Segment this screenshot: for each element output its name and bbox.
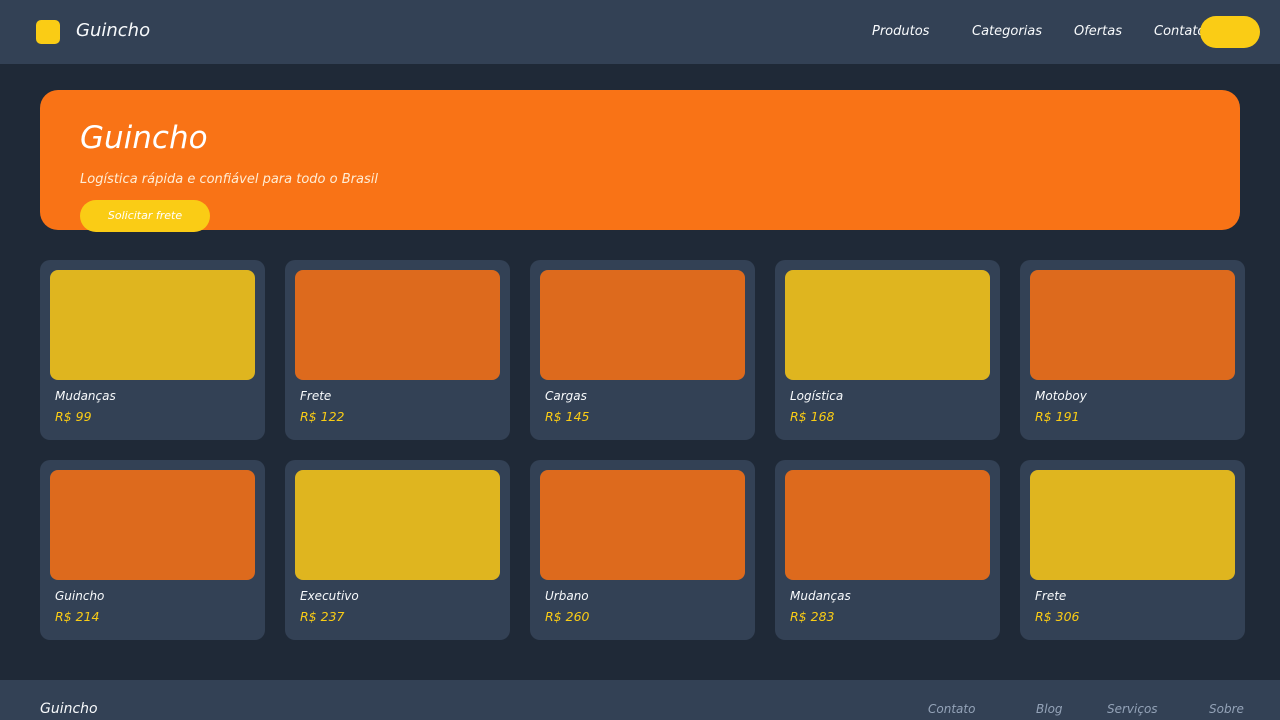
product-card[interactable]: Mudanças R$ 283: [775, 460, 1000, 640]
header-action-button[interactable]: [1200, 16, 1260, 48]
product-price: R$ 122: [300, 409, 345, 424]
footer-link-blog[interactable]: Blog: [1036, 702, 1063, 717]
product-card[interactable]: Motoboy R$ 191: [1020, 260, 1245, 440]
product-card[interactable]: Urbano R$ 260: [530, 460, 755, 640]
product-thumbnail: [1030, 470, 1235, 580]
hero-subtitle: Logística rápida e confiável para todo o…: [80, 172, 378, 187]
product-price: R$ 306: [1035, 609, 1080, 624]
product-name: Guincho: [55, 589, 105, 603]
brand-logo-icon[interactable]: [36, 20, 60, 44]
product-thumbnail: [540, 270, 745, 380]
product-card[interactable]: Cargas R$ 145: [530, 260, 755, 440]
nav-link-produtos[interactable]: Produtos: [872, 24, 929, 40]
product-price: R$ 237: [300, 609, 345, 624]
product-thumbnail: [785, 270, 990, 380]
nav-link-contato[interactable]: Contato: [1154, 24, 1205, 40]
product-thumbnail: [785, 470, 990, 580]
product-thumbnail: [540, 470, 745, 580]
product-card[interactable]: Frete R$ 122: [285, 260, 510, 440]
footer-brand[interactable]: Guincho: [40, 700, 98, 718]
product-price: R$ 260: [545, 609, 590, 624]
product-name: Frete: [300, 389, 332, 403]
footer-link-servicos[interactable]: Serviços: [1107, 702, 1158, 717]
product-name: Executivo: [300, 589, 359, 603]
product-name: Frete: [1035, 589, 1067, 603]
product-name: Mudanças: [790, 589, 851, 603]
product-thumbnail: [1030, 270, 1235, 380]
product-name: Urbano: [545, 589, 589, 603]
request-freight-button[interactable]: Solicitar frete: [80, 200, 210, 232]
product-price: R$ 145: [545, 409, 590, 424]
nav-link-ofertas[interactable]: Ofertas: [1074, 24, 1122, 40]
nav-link-categorias[interactable]: Categorias: [972, 24, 1042, 40]
product-price: R$ 191: [1035, 409, 1080, 424]
top-navigation-bar: Guincho Produtos Categorias Ofertas Cont…: [0, 0, 1280, 64]
product-name: Motoboy: [1035, 389, 1087, 403]
product-name: Logística: [790, 389, 844, 403]
hero-banner: Guincho Logística rápida e confiável par…: [40, 90, 1240, 232]
product-name: Mudanças: [55, 389, 116, 403]
product-price: R$ 283: [790, 609, 835, 624]
product-card[interactable]: Logística R$ 168: [775, 260, 1000, 440]
product-card[interactable]: Mudanças R$ 99: [40, 260, 265, 440]
product-thumbnail: [295, 470, 500, 580]
product-price: R$ 168: [790, 409, 835, 424]
product-price: R$ 214: [55, 609, 100, 624]
hero-title: Guincho: [80, 120, 208, 156]
product-thumbnail: [295, 270, 500, 380]
footer-link-sobre[interactable]: Sobre: [1209, 702, 1244, 717]
product-card[interactable]: Frete R$ 306: [1020, 460, 1245, 640]
footer-link-contato[interactable]: Contato: [928, 702, 975, 717]
brand-name[interactable]: Guincho: [76, 19, 150, 43]
product-card[interactable]: Executivo R$ 237: [285, 460, 510, 640]
product-price: R$ 99: [55, 409, 92, 424]
product-name: Cargas: [545, 389, 587, 403]
product-card[interactable]: Guincho R$ 214: [40, 460, 265, 640]
product-thumbnail: [50, 270, 255, 380]
product-thumbnail: [50, 470, 255, 580]
footer: Guincho Contato Blog Serviços Sobre: [0, 680, 1280, 720]
